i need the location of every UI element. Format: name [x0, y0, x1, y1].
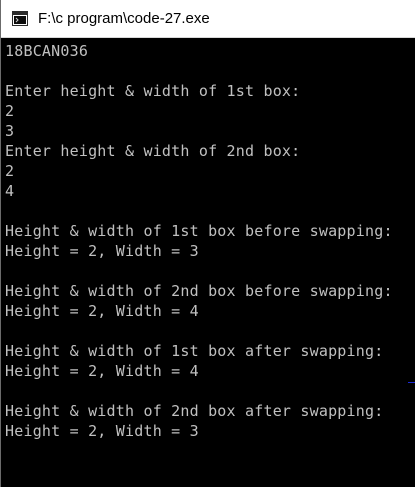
console-window: F:\c program\code-27.exe 18BCAN036 Enter… — [0, 0, 415, 487]
console-line: 18BCAN036 — [5, 42, 89, 60]
scroll-marker — [408, 382, 415, 383]
console-line: Height & width of 2nd box before swappin… — [5, 282, 393, 300]
title-bar[interactable]: F:\c program\code-27.exe — [1, 0, 415, 38]
console-line: 3 — [5, 122, 15, 140]
console-line: Height & width of 1st box before swappin… — [5, 222, 393, 240]
console-line: 2 — [5, 102, 15, 120]
console-line: Height = 2, Width = 3 — [5, 422, 199, 440]
console-line: Height & width of 1st box after swapping… — [5, 342, 384, 360]
console-line: Enter height & width of 1st box: — [5, 82, 301, 100]
console-line: 4 — [5, 182, 15, 200]
console-line: 2 — [5, 162, 15, 180]
console-line: Height = 2, Width = 4 — [5, 362, 199, 380]
console-output[interactable]: 18BCAN036 Enter height & width of 1st bo… — [5, 41, 413, 481]
console-line: Height = 2, Width = 3 — [5, 242, 199, 260]
console-line: Height & width of 2nd box after swapping… — [5, 402, 384, 420]
window-title: F:\c program\code-27.exe — [38, 10, 210, 27]
console-line: Height = 2, Width = 4 — [5, 302, 199, 320]
console-app-icon — [12, 11, 28, 26]
console-line: Enter height & width of 2nd box: — [5, 142, 301, 160]
